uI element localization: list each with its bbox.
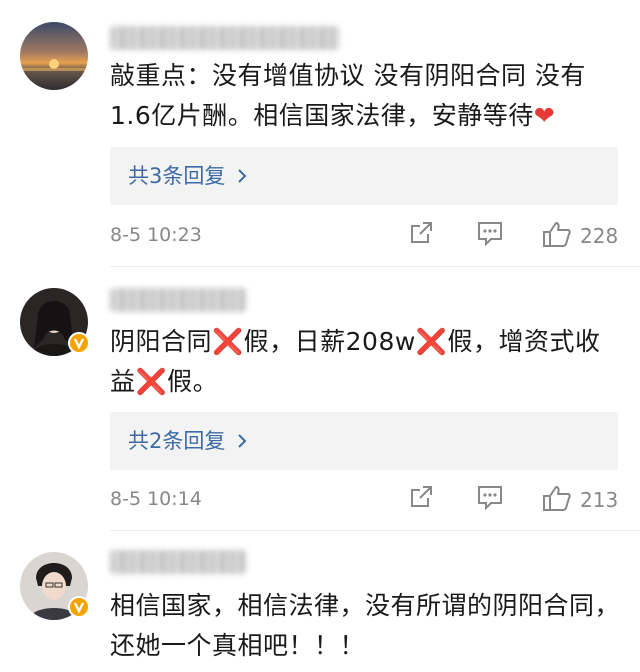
comment-time: 8-5 10:14 — [110, 488, 202, 510]
username-blurred[interactable] — [110, 288, 246, 312]
verified-badge-icon — [68, 596, 90, 618]
view-replies-link[interactable]: 共3条回复 — [128, 162, 247, 191]
comment-text: 相信国家，相信法律，没有所谓的阴阳合同，还她一个真相吧！！！ — [110, 586, 620, 666]
comment-meta: 8-5 10:23 228 — [110, 220, 620, 252]
thumbs-up-icon[interactable] — [542, 484, 572, 512]
chevron-right-icon — [237, 163, 247, 191]
comment-text-part: 假，日薪208w — [243, 327, 416, 356]
comment-item: 敲重点：没有增值协议 没有阴阳合同 没有1.6亿片酬。相信国家法律，安静等待❤ … — [0, 0, 640, 266]
cross-mark-emoji: ❌ — [135, 367, 168, 396]
avatar[interactable] — [20, 22, 88, 90]
comment-meta: 8-5 10:14 213 — [110, 484, 620, 516]
comment-text-part: 阴阳合同 — [110, 327, 213, 356]
comment-icon[interactable] — [476, 484, 504, 510]
username-blurred[interactable] — [110, 26, 340, 50]
comment-text-part: 假。 — [167, 367, 219, 396]
like-count: 213 — [580, 488, 619, 512]
comment-text: 阴阳合同❌假，日薪208w❌假，增资式收益❌假。 — [110, 322, 620, 402]
share-icon[interactable] — [408, 220, 434, 246]
like-count: 228 — [580, 224, 619, 248]
comment-text-body: 敲重点：没有增值协议 没有阴阳合同 没有1.6亿片酬。相信国家法律，安静等待 — [110, 61, 586, 130]
thumbs-up-icon[interactable] — [542, 220, 572, 248]
view-replies-link[interactable]: 共2条回复 — [128, 427, 247, 456]
comment-icon[interactable] — [476, 220, 504, 246]
view-replies-label: 共3条回复 — [128, 164, 226, 188]
heart-emoji: ❤ — [533, 101, 556, 130]
comment-text-body: 相信国家，相信法律，没有所谓的阴阳合同，还她一个真相吧！！！ — [110, 591, 621, 660]
verified-badge-icon — [68, 332, 90, 354]
chevron-right-icon — [237, 428, 247, 456]
cross-mark-emoji: ❌ — [212, 327, 244, 356]
username-blurred[interactable] — [110, 550, 246, 574]
comment-time: 8-5 10:23 — [110, 224, 202, 246]
reply-summary-box[interactable]: 共3条回复 — [110, 147, 618, 205]
reply-summary-box[interactable]: 共2条回复 — [110, 412, 618, 470]
comment-item: 相信国家，相信法律，没有所谓的阴阳合同，还她一个真相吧！！！ — [0, 530, 640, 672]
sunset-avatar-image — [20, 22, 88, 90]
share-icon[interactable] — [408, 484, 434, 510]
comment-item: 阴阳合同❌假，日薪208w❌假，增资式收益❌假。 共2条回复 8-5 10:14… — [0, 266, 640, 530]
view-replies-label: 共2条回复 — [128, 429, 226, 453]
comment-text: 敲重点：没有增值协议 没有阴阳合同 没有1.6亿片酬。相信国家法律，安静等待❤ — [110, 56, 620, 136]
cross-mark-emoji: ❌ — [415, 327, 448, 356]
